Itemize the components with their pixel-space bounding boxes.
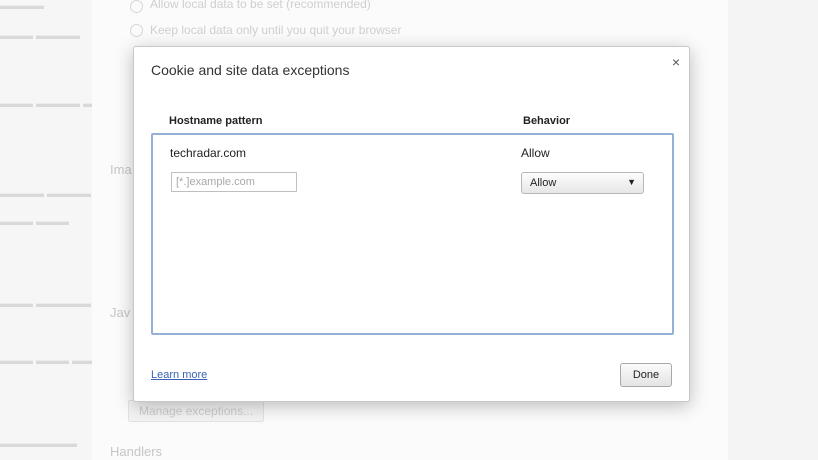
- allow-local-data-label: Allow local data to be set (recommended): [150, 0, 371, 11]
- learn-more-link[interactable]: Learn more: [151, 369, 207, 381]
- sidebar-fragment: ▬▬▬▬ ▬▬▬▬: [0, 188, 92, 200]
- cookie-exceptions-dialog: Cookie and site data exceptions × Hostna…: [133, 46, 690, 402]
- exceptions-list[interactable]: techradar.com Allow Allow ▼: [151, 133, 674, 335]
- column-header-behavior: Behavior: [523, 115, 571, 127]
- section-heading-javascript: Jav: [110, 305, 131, 320]
- behavior-select[interactable]: Allow ▼: [521, 172, 644, 194]
- dropdown-arrow-icon: ▼: [627, 177, 636, 187]
- sidebar-fragment: ▬▬▬ ▬▬▬▬: [0, 30, 81, 42]
- section-heading-images: Ima: [110, 162, 132, 177]
- sidebar-fragment: ▬▬▬▬▬▬▬: [0, 438, 77, 450]
- sidebar-fragment: ▬▬▬ ▬▬▬: [0, 216, 70, 228]
- behavior-select-value: Allow: [530, 177, 557, 189]
- manage-exceptions-button[interactable]: Manage exceptions...: [128, 400, 265, 422]
- exception-behavior: Allow: [521, 146, 550, 160]
- sidebar-fragment: ▬▬▬ ▬▬▬ ▬▬▬: [0, 355, 106, 367]
- sidebar-fragment: ▬▬▬ ▬▬▬▬▬: [0, 298, 92, 310]
- keep-until-quit-radio[interactable]: [130, 24, 143, 37]
- hostname-pattern-input[interactable]: [171, 172, 297, 192]
- sidebar-fragment: ▬▬▬▬: [0, 0, 44, 12]
- sidebar-fragment: ▬▬▬ ▬▬▬▬ ▬: [0, 98, 95, 110]
- settings-right-margin: [728, 0, 818, 460]
- settings-sidebar: ▬▬▬▬ ▬▬▬ ▬▬▬▬ ▬▬▬ ▬▬▬▬ ▬ ▬▬▬▬ ▬▬▬▬ ▬▬▬ ▬…: [0, 0, 105, 460]
- keep-until-quit-label: Keep local data only until you quit your…: [150, 23, 402, 37]
- allow-local-data-radio[interactable]: [130, 0, 143, 13]
- done-button[interactable]: Done: [620, 363, 672, 387]
- section-heading-handlers: Handlers: [110, 444, 163, 459]
- exception-hostname: techradar.com: [170, 146, 247, 160]
- column-header-hostname: Hostname pattern: [169, 115, 263, 127]
- close-icon[interactable]: ×: [672, 55, 680, 69]
- dialog-title: Cookie and site data exceptions: [151, 62, 350, 78]
